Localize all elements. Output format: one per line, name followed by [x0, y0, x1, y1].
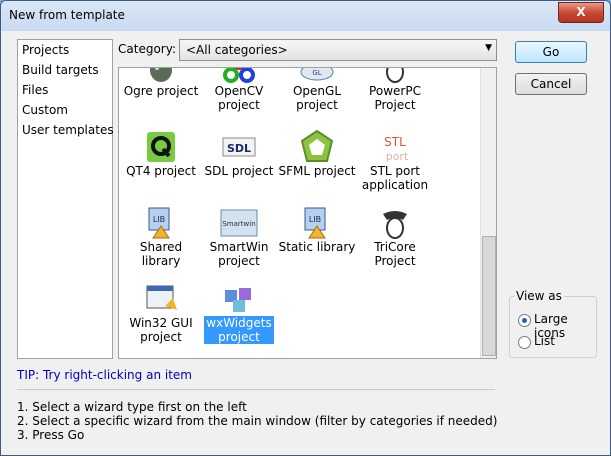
scrollbar-thumb[interactable]	[482, 236, 496, 356]
template-label: STL port application	[361, 164, 429, 192]
template-label: Win32 GUI project	[129, 316, 193, 344]
wizard-type-custom[interactable]: Custom	[18, 100, 112, 120]
template-label: wxWidgets project	[204, 316, 274, 344]
template-win32-gui[interactable]: Win32 GUI project	[122, 280, 200, 352]
svg-text:STL: STL	[384, 135, 406, 149]
opengl-icon: GL	[297, 68, 337, 84]
template-powerpc[interactable]: PowerPC Project	[356, 68, 434, 120]
divider	[17, 389, 495, 390]
dialog-window: New from template X Projects Build targe…	[0, 0, 611, 456]
template-label: TriCore Project	[374, 240, 416, 268]
cancel-button[interactable]: Cancel	[515, 73, 587, 95]
template-label: SFML project	[278, 164, 356, 178]
wizard-type-list: Projects Build targets Files Custom User…	[17, 39, 114, 359]
wxwidgets-icon	[219, 282, 259, 316]
library-icon: LIB	[141, 206, 181, 240]
template-label: OpenGL project	[292, 84, 342, 112]
template-static-library[interactable]: LIB Static library	[278, 204, 356, 276]
instruction-line: 3. Press Go	[17, 428, 85, 442]
gnu-icon	[375, 206, 415, 240]
dialog-client-area: Projects Build targets Files Custom User…	[9, 31, 602, 447]
sfml-icon	[297, 129, 337, 164]
large-icons-radio[interactable]	[518, 314, 531, 327]
category-select[interactable]: <All categories> ▼	[179, 39, 497, 61]
instruction-line: 2. Select a specific wizard from the mai…	[17, 414, 498, 428]
template-shared-library[interactable]: LIB Shared library	[122, 204, 200, 276]
svg-text:GL: GL	[312, 69, 321, 77]
win32-icon	[141, 282, 181, 316]
template-label: Ogre project	[123, 84, 199, 98]
opencv-icon	[219, 68, 259, 84]
close-button[interactable]: X	[558, 2, 604, 23]
template-sfml[interactable]: SFML project	[278, 128, 356, 200]
vertical-scrollbar[interactable]	[480, 68, 496, 358]
template-sdl[interactable]: SDL SDL project	[200, 128, 278, 200]
go-button[interactable]: Go	[515, 41, 587, 63]
template-wxwidgets[interactable]: wxWidgets project	[200, 280, 278, 352]
template-grid: Ogre project OpenCV project GL OpenGL pr…	[118, 67, 497, 359]
qt-icon	[141, 130, 181, 164]
instructions: 1. Select a wizard type first on the lef…	[17, 400, 497, 442]
template-label: PowerPC Project	[369, 84, 421, 112]
sdl-icon: SDL	[219, 130, 259, 164]
template-tricore[interactable]: TriCore Project	[356, 204, 434, 276]
wizard-type-build-targets[interactable]: Build targets	[18, 60, 112, 80]
svg-text:LIB: LIB	[153, 215, 165, 224]
template-label: SmartWin project	[209, 240, 269, 268]
smartwin-icon: Smartwin	[219, 206, 259, 240]
wizard-type-projects[interactable]: Projects	[18, 40, 112, 60]
wizard-type-user-templates[interactable]: User templates	[18, 120, 114, 140]
template-opencv[interactable]: OpenCV project	[200, 68, 278, 120]
svg-text:SDL: SDL	[227, 142, 251, 155]
close-icon: X	[576, 5, 586, 19]
ogre-icon	[141, 68, 181, 84]
template-ogre[interactable]: Ogre project	[122, 68, 200, 120]
template-label: OpenCV project	[214, 84, 264, 112]
gnu-icon	[375, 68, 415, 84]
template-stlport[interactable]: STL port STL port application	[356, 128, 434, 200]
list-radio[interactable]	[518, 336, 531, 349]
category-value: <All categories>	[186, 43, 288, 57]
chevron-down-icon: ▼	[485, 43, 492, 53]
window-title: New from template	[9, 8, 125, 22]
svg-text:port: port	[386, 150, 409, 163]
template-label: SDL project	[204, 164, 274, 178]
template-qt4[interactable]: QT4 project	[122, 128, 200, 200]
instruction-line: 1. Select a wizard type first on the lef…	[17, 400, 247, 414]
template-label: Shared library	[139, 240, 183, 268]
view-as-group: View as Large icons List	[509, 289, 597, 358]
svg-text:LIB: LIB	[309, 215, 321, 224]
svg-text:Smartwin: Smartwin	[222, 220, 255, 228]
template-label: QT4 project	[126, 164, 196, 178]
template-label: Static library	[278, 240, 356, 254]
tip-text: TIP: Try right-clicking an item	[17, 368, 192, 382]
stlport-icon: STL port	[375, 130, 415, 164]
library-icon: LIB	[297, 206, 337, 240]
category-label: Category:	[118, 42, 176, 56]
template-smartwin[interactable]: Smartwin SmartWin project	[200, 204, 278, 276]
wizard-type-files[interactable]: Files	[18, 80, 112, 100]
template-opengl[interactable]: GL OpenGL project	[278, 68, 356, 120]
list-label[interactable]: List	[534, 334, 555, 348]
view-as-caption: View as	[514, 289, 564, 303]
title-bar[interactable]: New from template X	[1, 1, 610, 31]
